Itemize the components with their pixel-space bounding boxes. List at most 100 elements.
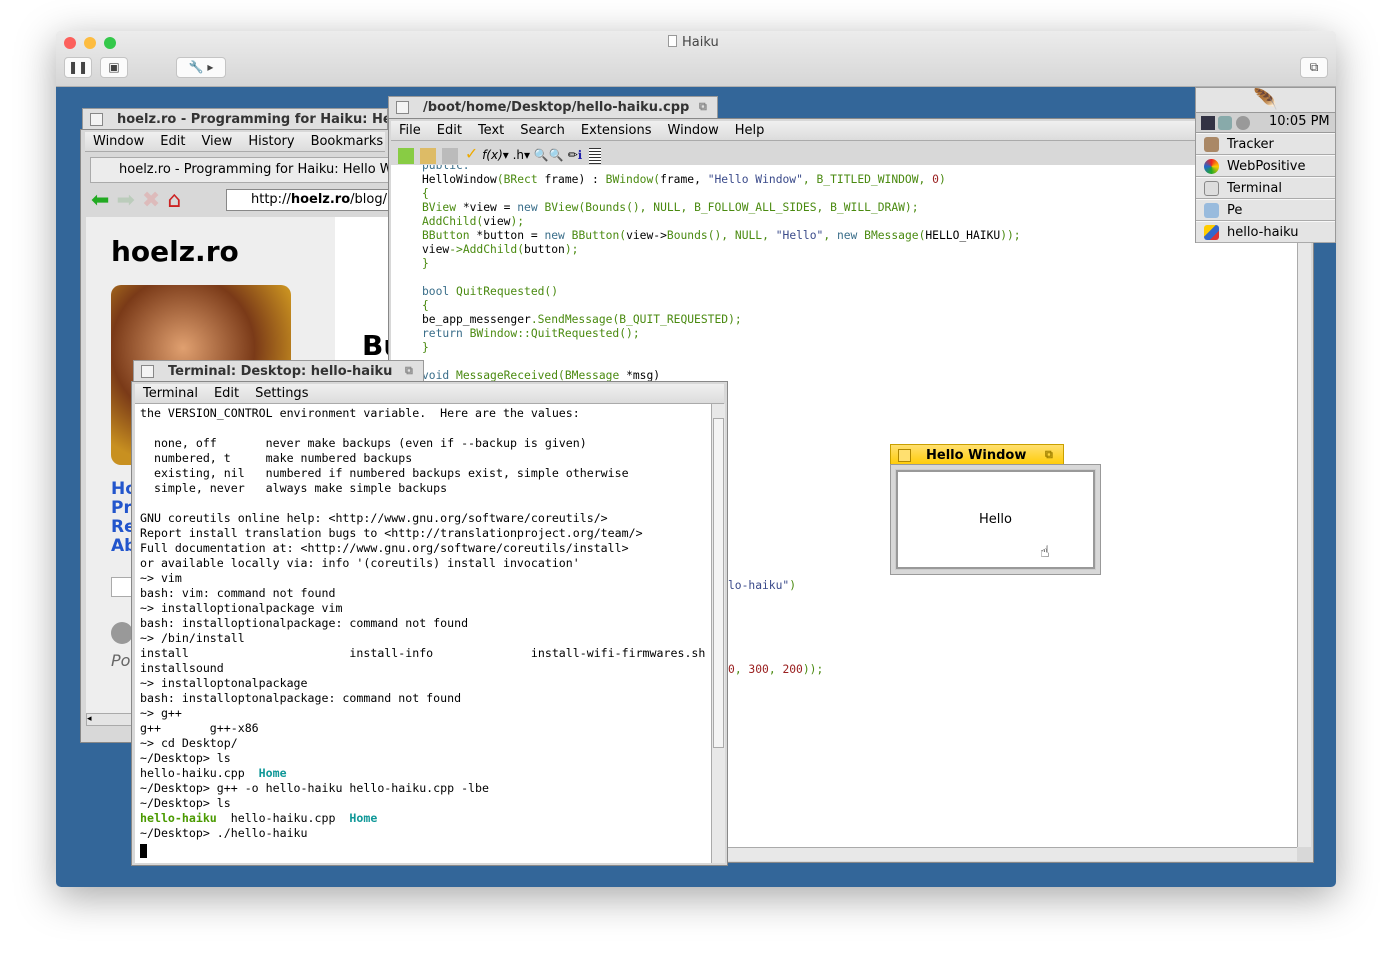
text-segment: *button = [476, 229, 545, 242]
menu-history[interactable]: History [240, 132, 302, 151]
text-segment: , B_TITLED_WINDOW, [802, 173, 933, 186]
hello-button[interactable]: Hello [895, 469, 1096, 570]
volume-icon[interactable] [1236, 116, 1250, 130]
zoom-icon[interactable]: ⧉ [699, 101, 712, 114]
home-icon[interactable]: ⌂ [167, 188, 181, 213]
editor-tab[interactable]: /boot/home/Desktop/hello-haiku.cpp ⧉ [388, 96, 718, 118]
find-icon[interactable]: 🔍 [534, 148, 549, 162]
text-segment: } [422, 341, 429, 354]
menu-bookmarks[interactable]: Bookmarks [303, 132, 392, 151]
menu-window[interactable]: Window [85, 132, 152, 151]
function-menu[interactable]: f(x) [482, 148, 503, 162]
info-icon[interactable]: ℹ [578, 148, 583, 162]
menu-help[interactable]: Help [727, 121, 773, 140]
text-segment: , [768, 663, 783, 676]
text-segment: public: [422, 165, 470, 172]
menu-settings[interactable]: Settings [247, 384, 316, 403]
deskbar-item-tracker[interactable]: Tracker [1196, 133, 1335, 155]
text-segment: new [544, 229, 572, 242]
terminal-line: ~> cd Desktop/ [140, 736, 705, 751]
code-line: BView *view = new BView(Bounds(), NULL, … [422, 201, 1021, 215]
close-box[interactable] [90, 113, 103, 126]
terminal-line: ~> g++ [140, 706, 705, 721]
window-mode-button[interactable]: ⧉ [1300, 57, 1328, 78]
terminal-output[interactable]: the VERSION_CONTROL environment variable… [135, 404, 711, 863]
terminal-menubar: Terminal Edit Settings [135, 384, 724, 404]
text-segment: view [483, 215, 511, 228]
scroll-thumb[interactable] [713, 418, 724, 748]
code-line: return BWindow::QuitRequested(); [422, 327, 1021, 341]
browser-page-tab[interactable]: hoelz.ro - Programming for Haiku: Hello … [90, 157, 400, 183]
twitter-icon[interactable] [111, 622, 133, 644]
stop-icon[interactable]: ✖ [142, 188, 160, 213]
terminal-line: Report install translation bugs to <http… [140, 526, 705, 541]
menu-text[interactable]: Text [470, 121, 512, 140]
terminal-icon [1204, 181, 1219, 196]
text-segment: HELLO_HAIKU [925, 229, 1001, 242]
text-segment: ~> cd Desktop/ [140, 736, 238, 750]
header-menu[interactable]: .h [513, 148, 524, 162]
editor-toolbar: ✓ f(x)▾ .h▾ 🔍🔍 ✏ℹ [395, 143, 604, 165]
terminal-line: ~> vim [140, 571, 705, 586]
pause-button[interactable]: ❚❚ [64, 57, 92, 78]
leaf-menu-button[interactable]: 🪶 [1196, 88, 1335, 112]
text-segment: BView(Bounds(), NULL, B_FOLLOW_ALL_SIDES… [544, 201, 919, 214]
open-icon[interactable] [420, 147, 436, 164]
snapshot-button[interactable]: ▣ [100, 57, 128, 78]
tracker-icon [1204, 137, 1219, 152]
zoom-icon[interactable]: ⧉ [1045, 449, 1058, 462]
terminal-line: numbered, t make numbered backups [140, 451, 705, 466]
terminal-line: ~> /bin/install [140, 631, 705, 646]
minimize-button[interactable] [84, 37, 96, 49]
close-button[interactable] [64, 37, 76, 49]
deskbar-item-pe[interactable]: Pe [1196, 199, 1335, 221]
vertical-scrollbar[interactable] [1297, 165, 1311, 847]
find-next-icon[interactable]: 🔍 [549, 148, 564, 162]
edit-icon[interactable]: ✏ [568, 148, 578, 162]
menu-extensions[interactable]: Extensions [573, 121, 660, 140]
text-segment: view-> [626, 229, 667, 242]
menu-view[interactable]: View [193, 132, 240, 151]
check-icon[interactable]: ✓ [465, 144, 478, 163]
text-segment: GNU coreutils online help: <http://www.g… [140, 511, 608, 525]
wrench-icon: 🔧 [188, 60, 204, 74]
vertical-scrollbar[interactable] [711, 404, 725, 863]
zoom-icon[interactable]: ⧉ [405, 365, 418, 378]
menu-edit[interactable]: Edit [206, 384, 247, 403]
menu-search[interactable]: Search [512, 121, 573, 140]
network-icon[interactable] [1218, 116, 1232, 130]
text-segment: Bounds(), NULL, [666, 229, 776, 242]
close-box[interactable] [396, 101, 409, 114]
close-box[interactable] [141, 365, 154, 378]
browser-tab[interactable]: hoelz.ro - Programming for Haiku: Hell [82, 108, 388, 130]
terminal-tab[interactable]: Terminal: Desktop: hello-haiku ⧉ [133, 360, 424, 382]
code-line: be_app_messenger.SendMessage(B_QUIT_REQU… [422, 313, 1021, 327]
maximize-button[interactable] [104, 37, 116, 49]
close-box[interactable] [898, 449, 911, 462]
forward-icon[interactable]: ➡ [116, 188, 134, 213]
menu-edit[interactable]: Edit [429, 121, 470, 140]
back-icon[interactable]: ⬅ [91, 188, 109, 213]
terminal-window: Terminal Edit Settings the VERSION_CONTROL… [131, 381, 728, 866]
menu-edit[interactable]: Edit [152, 132, 193, 151]
terminal-line: Full documentation at: <http://www.gnu.o… [140, 541, 705, 556]
clock[interactable]: 10:05 PM [1269, 114, 1330, 129]
settings-button[interactable]: 🔧 ▸ [176, 57, 226, 78]
deskbar-item-webpositive[interactable]: WebPositive [1196, 155, 1335, 177]
url-input[interactable]: http://hoelz.ro/blog/p [226, 189, 396, 211]
terminal-line: ~/Desktop> ls [140, 796, 705, 811]
code-line: { [422, 299, 1021, 313]
text-segment: the VERSION_CONTROL environment variable… [140, 406, 580, 420]
deskbar-item-terminal[interactable]: Terminal [1196, 177, 1335, 199]
worksheet-icon[interactable] [589, 147, 602, 164]
new-icon[interactable] [398, 147, 414, 164]
deskbar-item-hello-haiku[interactable]: hello-haiku [1196, 221, 1335, 243]
menu-terminal[interactable]: Terminal [135, 384, 206, 403]
save-icon[interactable] [442, 147, 458, 164]
terminal-line: installsound [140, 661, 705, 676]
text-segment: ~/Desktop> g++ -o hello-haiku hello-haik… [140, 781, 490, 795]
menu-file[interactable]: File [391, 121, 429, 140]
cpu-monitor-icon[interactable] [1201, 116, 1215, 130]
menu-window[interactable]: Window [660, 121, 727, 140]
hello-window-tab[interactable]: Hello Window ⧉ [890, 444, 1064, 466]
